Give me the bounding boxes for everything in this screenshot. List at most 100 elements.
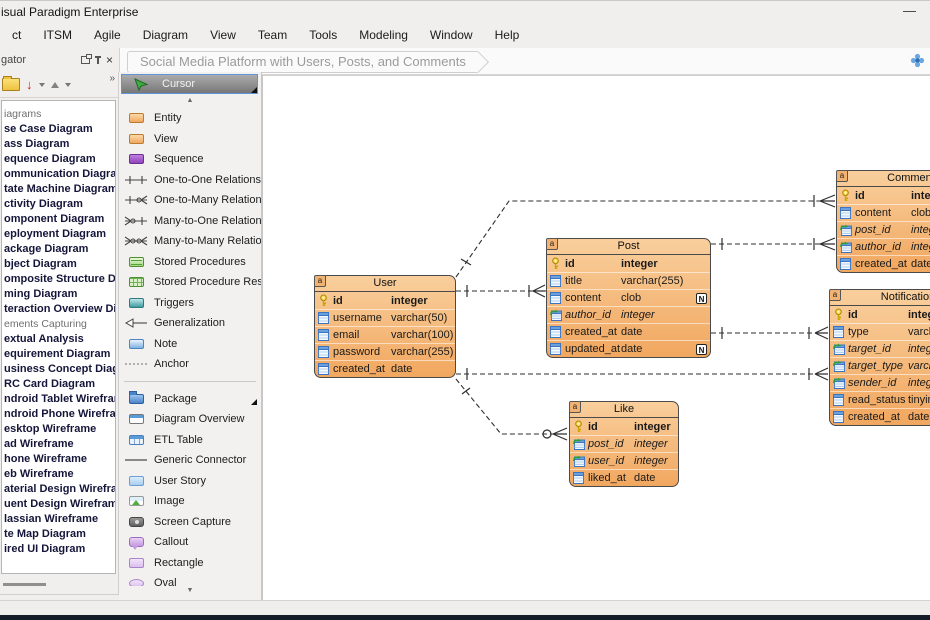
chevron-down-icon[interactable] (39, 83, 45, 87)
entity-comment[interactable]: aCommentidintegercontentclobpost_idinteg… (836, 170, 930, 273)
diagram-type-item[interactable]: esktop Wireframe (4, 422, 115, 437)
toolbox-item[interactable]: Image (119, 491, 261, 512)
toolbox-item[interactable]: View (119, 129, 261, 150)
entity-column-row[interactable]: post_idinteger (837, 221, 930, 238)
minimize-button[interactable]: — (903, 3, 916, 18)
diagram-type-item[interactable]: omposite Structure Diagram (4, 272, 115, 287)
float-window-icon[interactable] (81, 56, 90, 64)
entity-column-row[interactable]: contentclob (837, 204, 930, 221)
entity-column-row[interactable]: usernamevarchar(50) (315, 309, 455, 326)
toolbar-overflow-icon[interactable]: » (109, 73, 115, 84)
menu-item[interactable]: Modeling (348, 22, 419, 47)
pin-icon[interactable] (97, 56, 99, 64)
entity-column-row[interactable]: author_idinteger (547, 306, 710, 323)
entity-column-row[interactable]: created_atdate (315, 360, 455, 377)
entity-column-row[interactable]: user_idinteger (570, 452, 678, 469)
toolbox-item[interactable]: Note (119, 334, 261, 355)
connector-user-post[interactable] (456, 285, 546, 297)
scrollbar-thumb[interactable] (3, 583, 46, 586)
entity-user[interactable]: aUseridintegerusernamevarchar(50)emailva… (314, 275, 456, 378)
open-folder-icon[interactable] (2, 78, 20, 91)
diagram-type-item[interactable]: ctivity Diagram (4, 197, 115, 212)
diagram-type-item[interactable]: aterial Design Wireframe (4, 482, 115, 497)
toolbox-item[interactable]: Stored Procedure ResultSet (119, 272, 261, 293)
toolbox-item[interactable] (119, 375, 261, 389)
toolbox-item[interactable]: One-to-Many Relationship (119, 190, 261, 211)
diagram-canvas[interactable]: aUseridintegerusernamevarchar(50)emailva… (262, 75, 930, 601)
diagram-type-item[interactable]: ming Diagram (4, 287, 115, 302)
diagram-type-item[interactable]: uent Design Wireframe (4, 497, 115, 512)
toolbox-item[interactable]: One-to-One Relationship (119, 170, 261, 191)
toolbox-item[interactable]: Generalization (119, 313, 261, 334)
entity-column-row[interactable]: idinteger (570, 418, 678, 435)
diagram-type-item[interactable]: ired UI Diagram (4, 542, 115, 557)
entity-column-row[interactable]: idinteger (547, 255, 710, 272)
diagram-type-item[interactable]: ackage Diagram (4, 242, 115, 257)
menu-item[interactable]: Agile (83, 22, 132, 47)
entity-column-row[interactable]: titlevarchar(255) (547, 272, 710, 289)
connector-post-comment[interactable] (711, 238, 835, 250)
toolbox-scroll-up[interactable]: ▲ (119, 97, 261, 104)
diagram-type-item[interactable]: usiness Concept Diagram (4, 362, 115, 377)
entity-notification[interactable]: aNotificationidintegertypevarchar(50)tar… (829, 289, 930, 426)
toolbox-item[interactable]: Many-to-One Relationship (119, 211, 261, 232)
diagram-type-item[interactable]: se Case Diagram (4, 122, 115, 137)
sort-icon[interactable] (26, 78, 33, 91)
diagram-type-item[interactable]: te Map Diagram (4, 527, 115, 542)
toolbox-item[interactable]: Screen Capture (119, 512, 261, 533)
diagram-type-item[interactable]: bject Diagram (4, 257, 115, 272)
diagram-type-item[interactable]: RC Card Diagram (4, 377, 115, 392)
entity-column-row[interactable]: idinteger (830, 306, 930, 323)
toolbox-item[interactable]: ETL Table (119, 430, 261, 451)
entity-column-row[interactable]: typevarchar(50) (830, 323, 930, 340)
toolbox-item[interactable]: Callout (119, 532, 261, 553)
entity-column-row[interactable]: emailvarchar(100) (315, 326, 455, 343)
toolbox-item[interactable]: Rectangle (119, 553, 261, 574)
toolbox-item[interactable]: User Story (119, 471, 261, 492)
connector-user-like[interactable] (456, 379, 567, 440)
entity-column-row[interactable]: sender_idinteger (830, 374, 930, 391)
toolbox-item[interactable]: Many-to-Many Relationship (119, 231, 261, 252)
diagram-type-item[interactable]: eployment Diagram (4, 227, 115, 242)
toolbox-scroll-down[interactable]: ▼ (119, 587, 261, 597)
diagram-type-item[interactable]: eb Wireframe (4, 467, 115, 482)
entity-column-row[interactable]: target_typevarchar(50) (830, 357, 930, 374)
entity-column-row[interactable]: idinteger (837, 187, 930, 204)
diagram-type-item[interactable]: iagrams (4, 107, 115, 122)
diagram-type-item[interactable]: equence Diagram (4, 152, 115, 167)
diagram-type-item[interactable]: ass Diagram (4, 137, 115, 152)
collapse-all-icon[interactable] (51, 82, 59, 88)
toolbox-item[interactable]: Diagram Overview (119, 409, 261, 430)
menu-item[interactable]: Diagram (132, 22, 199, 47)
toolbox-item[interactable]: Package (119, 389, 261, 410)
close-icon[interactable]: × (106, 55, 113, 65)
navigator-hscrollbar[interactable] (1, 579, 116, 589)
diagram-type-item[interactable]: equirement Diagram (4, 347, 115, 362)
toolbox-item[interactable]: Oval (119, 573, 261, 586)
diagram-tab[interactable]: Social Media Platform with Users, Posts,… (127, 51, 478, 73)
diagram-type-item[interactable]: ndroid Tablet Wireframe (4, 392, 115, 407)
entity-column-row[interactable]: post_idinteger (570, 435, 678, 452)
menu-item[interactable]: View (199, 22, 247, 47)
diagram-type-item[interactable]: omponent Diagram (4, 212, 115, 227)
entity-like[interactable]: aLikeidintegerpost_idintegeruser_idinteg… (569, 401, 679, 487)
diagram-type-item[interactable]: ad Wireframe (4, 437, 115, 452)
toolbox-item[interactable]: Anchor (119, 354, 261, 375)
diagram-type-item[interactable]: tate Machine Diagram (4, 182, 115, 197)
entity-column-row[interactable]: updated_atdateN (547, 340, 710, 357)
entity-column-row[interactable]: created_atdate (837, 255, 930, 272)
diagram-type-item[interactable]: extual Analysis (4, 332, 115, 347)
menu-item[interactable]: Tools (298, 22, 348, 47)
chevron-down-icon[interactable] (65, 83, 71, 87)
entity-column-row[interactable]: contentclobN (547, 289, 710, 306)
tool-cursor[interactable]: Cursor (121, 74, 258, 94)
diagram-type-item[interactable]: ommunication Diagram (4, 167, 115, 182)
connector-post-notification[interactable] (711, 327, 828, 339)
toolbox-item[interactable]: Triggers (119, 293, 261, 314)
entity-column-row[interactable]: read_statustinyint(1) (830, 391, 930, 408)
toolbox-item[interactable]: Entity (119, 108, 261, 129)
entity-column-row[interactable]: idinteger (315, 292, 455, 309)
diagram-type-item[interactable]: ndroid Phone Wireframe (4, 407, 115, 422)
diagram-type-item[interactable]: hone Wireframe (4, 452, 115, 467)
entity-column-row[interactable]: author_idinteger (837, 238, 930, 255)
